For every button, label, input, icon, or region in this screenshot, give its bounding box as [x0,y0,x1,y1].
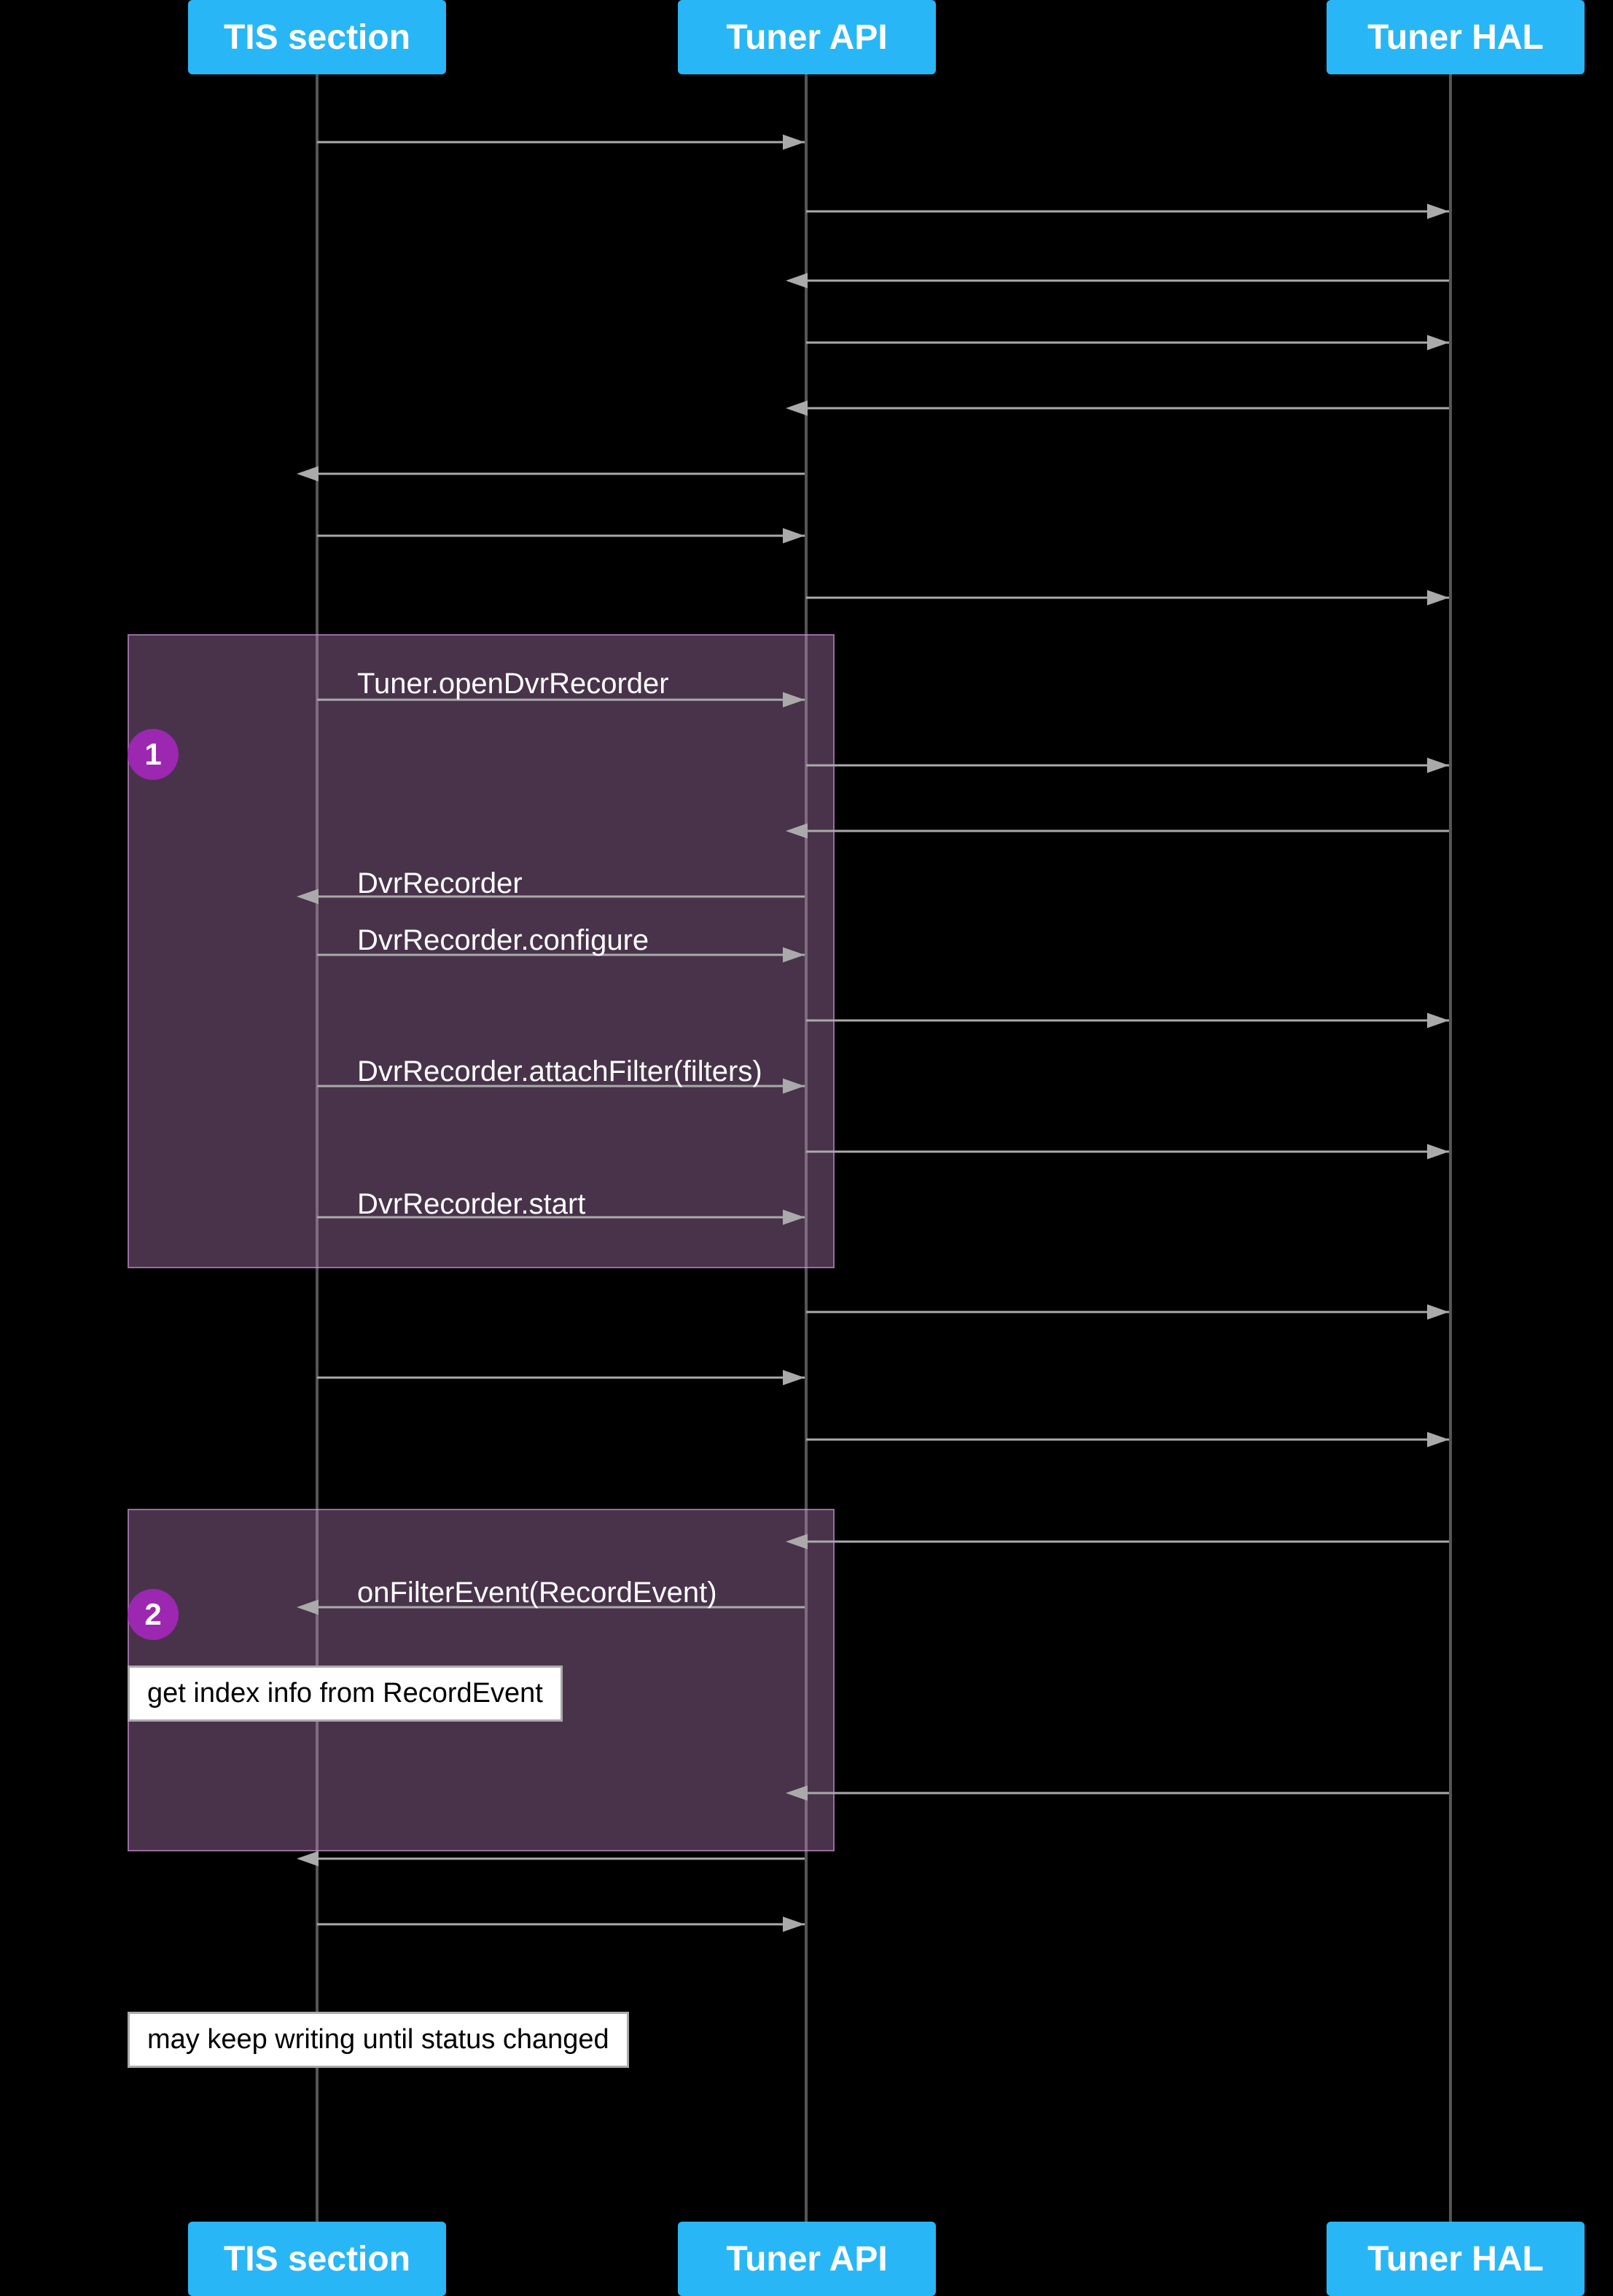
tuner-hal-header: Tuner HAL [1327,0,1585,74]
tuner-hal-lifeline [1449,74,1452,2222]
label-tuner-open-dvr: Tuner.openDvrRecorder [357,668,669,700]
tis-section-header: TIS section [188,0,446,74]
step-circle-2: 2 [128,1589,179,1640]
label-dvr-recorder-start: DvrRecorder.start [357,1188,585,1221]
label-dvr-recorder: DvrRecorder [357,867,523,900]
note-box-1: get index info from RecordEvent [128,1666,563,1722]
tuner-api-header: Tuner API [678,0,936,74]
tis-section-footer: TIS section [188,2222,446,2296]
label-dvr-recorder-configure: DvrRecorder.configure [357,924,649,957]
label-dvr-recorder-attach-filter: DvrRecorder.attachFilter(filters) [357,1055,762,1088]
tuner-hal-footer: Tuner HAL [1327,2222,1585,2296]
tuner-api-footer: Tuner API [678,2222,936,2296]
step-circle-1: 1 [128,729,179,780]
label-on-filter-event: onFilterEvent(RecordEvent) [357,1577,717,1609]
note-box-2: may keep writing until status changed [128,2012,629,2068]
